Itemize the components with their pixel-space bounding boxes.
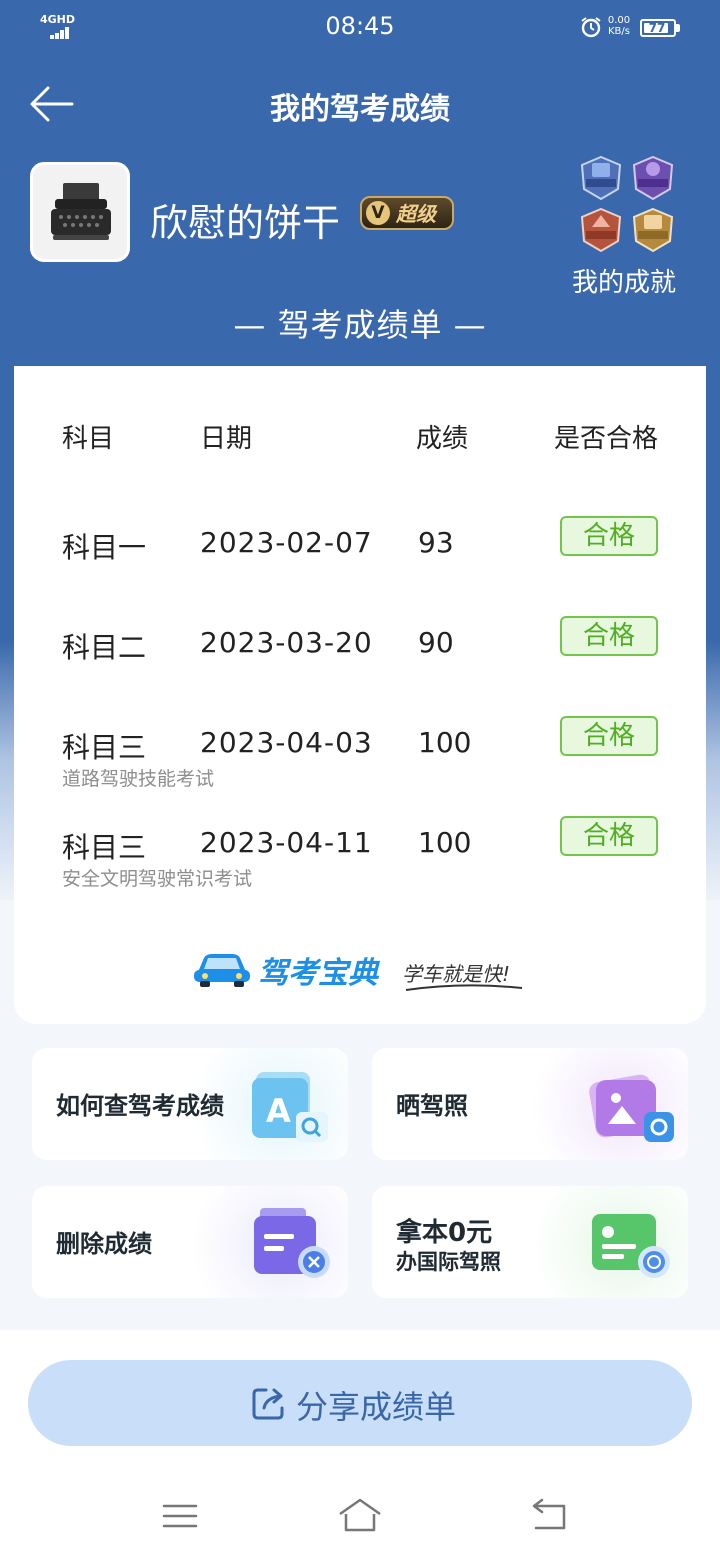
menu-icon[interactable]: [156, 1496, 204, 1536]
badge-icon: [632, 207, 674, 253]
typewriter-icon: [33, 165, 127, 259]
brand-name: 驾考宝典: [258, 956, 378, 991]
tile-sublabel: 办国际驾照: [396, 1250, 501, 1274]
subject-note: 道路驾驶技能考试: [62, 768, 215, 790]
tile-label: 删除成绩: [56, 1230, 152, 1258]
badge-icon: [632, 155, 674, 201]
table-row: 科目三 2023-04-11 100 合格 安全文明驾驶常识考试: [14, 816, 706, 906]
subject-note: 安全文明驾驶常识考试: [62, 868, 253, 890]
vip-badge[interactable]: V 超级: [360, 196, 454, 230]
score-sheet-title: — 驾考成绩单 —: [233, 306, 487, 344]
vip-letter: V: [366, 201, 390, 225]
score-cell: 100: [418, 826, 472, 859]
car-icon: [194, 954, 250, 987]
status-bar: 4GHD 08:45 0.00 KB/s 77: [0, 0, 720, 56]
table-row: 科目三 2023-04-03 100 合格 道路驾驶技能考试: [14, 716, 706, 806]
table-row: 科目二 2023-03-20 90 合格: [14, 616, 706, 706]
speed-unit: KB/s: [608, 26, 630, 37]
page-title: 我的驾考成绩: [270, 92, 450, 127]
score-cell: 100: [418, 726, 472, 759]
avatar[interactable]: [30, 162, 130, 262]
alarm-icon: [581, 17, 601, 38]
show-license-tile[interactable]: 晒驾照: [372, 1048, 688, 1160]
date-cell: 2023-04-03: [200, 726, 373, 759]
search-document-icon: A: [252, 1072, 328, 1142]
tile-label: 晒驾照: [396, 1092, 468, 1120]
column-header: 是否合格: [554, 424, 659, 454]
column-header: 成绩: [416, 424, 469, 454]
subject-cell: 科目三: [62, 831, 147, 864]
photo-icon: [589, 1074, 674, 1142]
speed-value: 0.00: [607, 15, 631, 26]
score-cell: 90: [418, 626, 454, 659]
vip-label: 超级: [396, 202, 436, 226]
badge-icon: [580, 155, 622, 201]
brand-logo: 驾考宝典 学车就是快!: [192, 944, 532, 994]
pass-badge: 合格: [560, 516, 658, 556]
table-row: 科目一 2023-02-07 93 合格: [14, 516, 706, 606]
pass-badge: 合格: [560, 716, 658, 756]
tile-label: 如何查驾考成绩: [56, 1092, 224, 1120]
pass-badge: 合格: [560, 616, 658, 656]
battery-tip: [676, 24, 680, 32]
network-speed: 0.00 KB/s: [605, 15, 633, 37]
achievement-badges[interactable]: [578, 155, 680, 255]
username: 欣慰的饼干: [150, 201, 341, 245]
date-cell: 2023-03-20: [200, 626, 373, 659]
date-cell: 2023-02-07: [200, 526, 373, 559]
delete-scores-tile[interactable]: 删除成绩: [32, 1186, 348, 1298]
pass-badge: 合格: [560, 816, 658, 856]
score-card: 科目 日期 成绩 是否合格 科目一 2023-02-07 93 合格 科目二 2…: [14, 366, 706, 1024]
license-card-icon: [592, 1214, 670, 1278]
share-icon: [252, 1388, 284, 1420]
swoosh-decoration: [405, 984, 523, 991]
score-cell: 93: [418, 526, 454, 559]
return-icon[interactable]: [524, 1496, 572, 1536]
tile-label: 拿本0元: [396, 1218, 493, 1248]
column-header: 日期: [200, 424, 253, 454]
battery-icon: 77: [640, 19, 676, 37]
date-cell: 2023-04-11: [200, 826, 373, 859]
subject-cell: 科目二: [62, 631, 147, 664]
how-to-check-scores-tile[interactable]: 如何查驾考成绩 A: [32, 1048, 348, 1160]
subject-cell: 科目一: [62, 531, 147, 564]
achievements-label[interactable]: 我的成就: [572, 262, 676, 299]
home-icon[interactable]: [336, 1496, 384, 1536]
share-label: 分享成绩单: [296, 1388, 457, 1426]
battery-level: 77: [648, 21, 666, 35]
subject-cell: 科目三: [62, 731, 147, 764]
badge-icon: [580, 207, 622, 253]
svg-text:A: A: [266, 1092, 291, 1130]
international-license-tile[interactable]: 拿本0元 办国际驾照: [372, 1186, 688, 1298]
share-score-sheet-button[interactable]: 分享成绩单: [28, 1360, 692, 1446]
delete-document-icon: [254, 1208, 330, 1278]
column-header: 科目: [62, 424, 115, 454]
